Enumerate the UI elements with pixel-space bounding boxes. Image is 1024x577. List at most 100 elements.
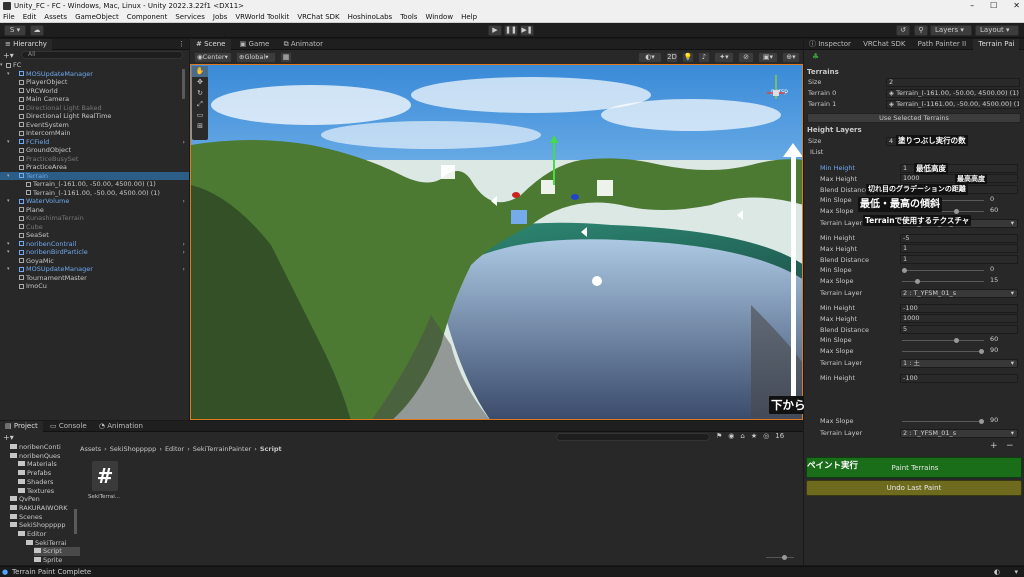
menu-vrworld-toolkit[interactable]: VRWorld Toolkit bbox=[235, 12, 289, 22]
tab-hierarchy[interactable]: ≡ Hierarchy bbox=[0, 39, 52, 50]
layer-min-height-field[interactable]: -5 bbox=[900, 233, 1018, 243]
2d-toggle[interactable]: 2D bbox=[666, 52, 678, 63]
terrain-layer-dropdown[interactable]: 2 : T_YFSM_01_s ▾ bbox=[900, 288, 1018, 298]
terrain1-field[interactable]: ◈ Terrain_(-1161.00, -50.00, 4500.00) (1… bbox=[886, 100, 1020, 109]
tab-console[interactable]: ▭ Console bbox=[45, 421, 92, 432]
hierarchy-item[interactable]: GroundObject bbox=[0, 146, 189, 155]
hierarchy-search-input[interactable]: All bbox=[21, 51, 183, 59]
hierarchy-item[interactable]: Terrain_(-161.00, -50.00, 4500.00) (1) bbox=[0, 180, 189, 189]
expand-arrow-icon[interactable]: ▾ bbox=[7, 265, 10, 274]
hierarchy-item[interactable]: ▾ WaterVolume › bbox=[0, 197, 189, 206]
hand-tool-icon[interactable]: ✋ bbox=[192, 66, 208, 77]
play-icon[interactable]: ▶ bbox=[488, 25, 502, 36]
chevron-right-icon[interactable]: › bbox=[182, 265, 185, 274]
project-folder-item[interactable]: QvPen bbox=[10, 495, 40, 504]
terrain0-field[interactable]: ◈ Terrain_(-161.00, -50.00, 4500.00) (1) bbox=[886, 89, 1020, 98]
expand-arrow-icon[interactable]: ▾ bbox=[7, 70, 10, 79]
draw-mode-icon[interactable]: ◐▾ bbox=[638, 52, 662, 63]
chevron-right-icon[interactable]: › bbox=[182, 197, 185, 206]
label-filter-icon[interactable]: ⌂ bbox=[740, 432, 744, 440]
menu-vrchat-sdk[interactable]: VRChat SDK bbox=[297, 12, 339, 22]
layer-max-slope-value[interactable]: 60 bbox=[988, 207, 1018, 216]
star-icon[interactable]: ★ bbox=[751, 432, 757, 440]
terrain-layer-dropdown[interactable]: 1 : 土 ▾ bbox=[900, 358, 1018, 368]
hierarchy-item[interactable]: VRCWorld bbox=[0, 87, 189, 96]
pause-icon[interactable]: ❚❚ bbox=[504, 25, 518, 36]
layer-min-slope-slider[interactable] bbox=[902, 268, 984, 274]
maximize-button[interactable]: ☐ bbox=[990, 0, 997, 12]
hierarchy-item[interactable]: Plane bbox=[0, 206, 189, 215]
remove-layer-icon[interactable]: − bbox=[1006, 441, 1014, 451]
menu-file[interactable]: File bbox=[3, 12, 15, 22]
tab-project[interactable]: ▤ Project bbox=[0, 421, 43, 432]
tab-scene[interactable]: # Scene bbox=[190, 39, 232, 50]
project-folder-item[interactable]: noribenConti bbox=[10, 443, 61, 452]
hierarchy-item[interactable]: IntercomMain bbox=[0, 129, 189, 138]
hierarchy-item[interactable]: Directional Light RealTime bbox=[0, 112, 189, 121]
menu-services[interactable]: Services bbox=[175, 12, 205, 22]
expand-arrow-icon[interactable]: ▾ bbox=[7, 197, 10, 206]
menu-gameobject[interactable]: GameObject bbox=[75, 12, 119, 22]
project-folder-item[interactable]: Editor bbox=[18, 530, 46, 539]
hierarchy-item[interactable]: ▾MOSUpdateManager› bbox=[0, 265, 189, 274]
favorites-icon[interactable]: ⚑ bbox=[716, 432, 722, 440]
history-icon[interactable]: ↺ bbox=[896, 25, 910, 36]
layer-max-slope-value[interactable]: 90 bbox=[988, 417, 1018, 426]
layer-min-slope-value[interactable]: 0 bbox=[988, 196, 1018, 205]
move-tool-icon[interactable]: ✥ bbox=[192, 77, 208, 88]
breadcrumb-item[interactable]: Editor bbox=[165, 444, 184, 454]
hierarchy-item[interactable]: ▾MOSUpdateManager› bbox=[0, 70, 189, 79]
step-icon[interactable]: ▶❚ bbox=[520, 25, 534, 36]
hierarchy-item[interactable]: ImoCu bbox=[0, 282, 189, 291]
lighting-icon[interactable]: 💡 bbox=[682, 52, 694, 63]
tab-inspector[interactable]: ⓘ Inspector bbox=[804, 39, 856, 50]
scene-viewport[interactable]: persp ✋ ✥ ↻ ⤢ ▭ ⊞ bbox=[190, 64, 803, 420]
project-folder-item[interactable]: Materials bbox=[18, 460, 57, 469]
kebab-icon[interactable]: ⋮ bbox=[178, 39, 185, 50]
audio-icon[interactable]: ♪ bbox=[698, 52, 710, 63]
layer-max-slope-slider[interactable] bbox=[902, 349, 984, 355]
hierarchy-item[interactable]: SeaSet bbox=[0, 231, 189, 240]
hierarchy-item[interactable]: ▾ FC bbox=[0, 61, 189, 70]
project-folder-item[interactable]: Prefabs bbox=[18, 469, 51, 478]
menu-jobs[interactable]: Jobs bbox=[213, 12, 227, 22]
type-filter-icon[interactable]: ◉ bbox=[728, 432, 734, 440]
breadcrumb-item[interactable]: SekiTerrainPainter bbox=[193, 444, 251, 454]
hierarchy-item[interactable]: ▾ noribenBirdParticle › bbox=[0, 248, 189, 257]
chevron-right-icon[interactable]: › bbox=[182, 138, 185, 147]
chevron-right-icon[interactable]: › bbox=[182, 248, 185, 257]
layer-max-slope-slider[interactable] bbox=[902, 279, 984, 285]
tab-vrchat-sdk[interactable]: VRChat SDK bbox=[858, 39, 910, 50]
slider-knob[interactable] bbox=[953, 209, 959, 215]
project-folder-item[interactable]: Script bbox=[34, 547, 80, 557]
hierarchy-item[interactable]: PlayerObject bbox=[0, 78, 189, 87]
hierarchy-item[interactable]: PracticeArea bbox=[0, 163, 189, 172]
project-folder-item[interactable]: RAKURAIWORK bbox=[10, 504, 67, 513]
eye-icon[interactable]: ◎ bbox=[763, 432, 769, 440]
search-icon[interactable]: ⚲ bbox=[914, 25, 928, 36]
menu-window[interactable]: Window bbox=[425, 12, 453, 22]
account-button[interactable]: S ▾ bbox=[4, 25, 26, 36]
project-folder-item[interactable]: Scenes bbox=[10, 513, 42, 522]
layer-min-height-field[interactable]: -100 bbox=[900, 373, 1018, 383]
breadcrumb-item[interactable]: Assets bbox=[80, 444, 101, 454]
tab-path-painter[interactable]: Path Painter II bbox=[913, 39, 971, 50]
minimize-button[interactable]: – bbox=[970, 0, 974, 12]
menu-tools[interactable]: Tools bbox=[400, 12, 417, 22]
hierarchy-item[interactable]: PracticeBusySet bbox=[0, 155, 189, 164]
tab-animator[interactable]: ⧉ Animator bbox=[278, 39, 329, 50]
project-folder-item[interactable]: noribenQues bbox=[10, 452, 60, 461]
project-folder-item[interactable]: SekiShoppppp bbox=[10, 521, 66, 530]
csharp-script-icon[interactable]: # bbox=[92, 461, 118, 491]
layer-max-slope-value[interactable]: 90 bbox=[988, 347, 1018, 356]
hierarchy-item[interactable]: Cube bbox=[0, 223, 189, 232]
layer-max-height-field[interactable]: 1000 bbox=[900, 314, 1018, 324]
chevron-right-icon[interactable]: › bbox=[182, 240, 185, 249]
breadcrumb-item[interactable]: SekiShoppppp bbox=[110, 444, 157, 454]
project-folder-item[interactable]: SekiTerrai bbox=[26, 539, 67, 548]
menu-component[interactable]: Component bbox=[127, 12, 168, 22]
space-dropdown[interactable]: ⊕Global▾ bbox=[236, 52, 276, 63]
expand-arrow-icon[interactable]: ▾ bbox=[0, 61, 3, 70]
hierarchy-item[interactable]: GoyaMic bbox=[0, 257, 189, 266]
rect-tool-icon[interactable]: ▭ bbox=[192, 110, 208, 121]
